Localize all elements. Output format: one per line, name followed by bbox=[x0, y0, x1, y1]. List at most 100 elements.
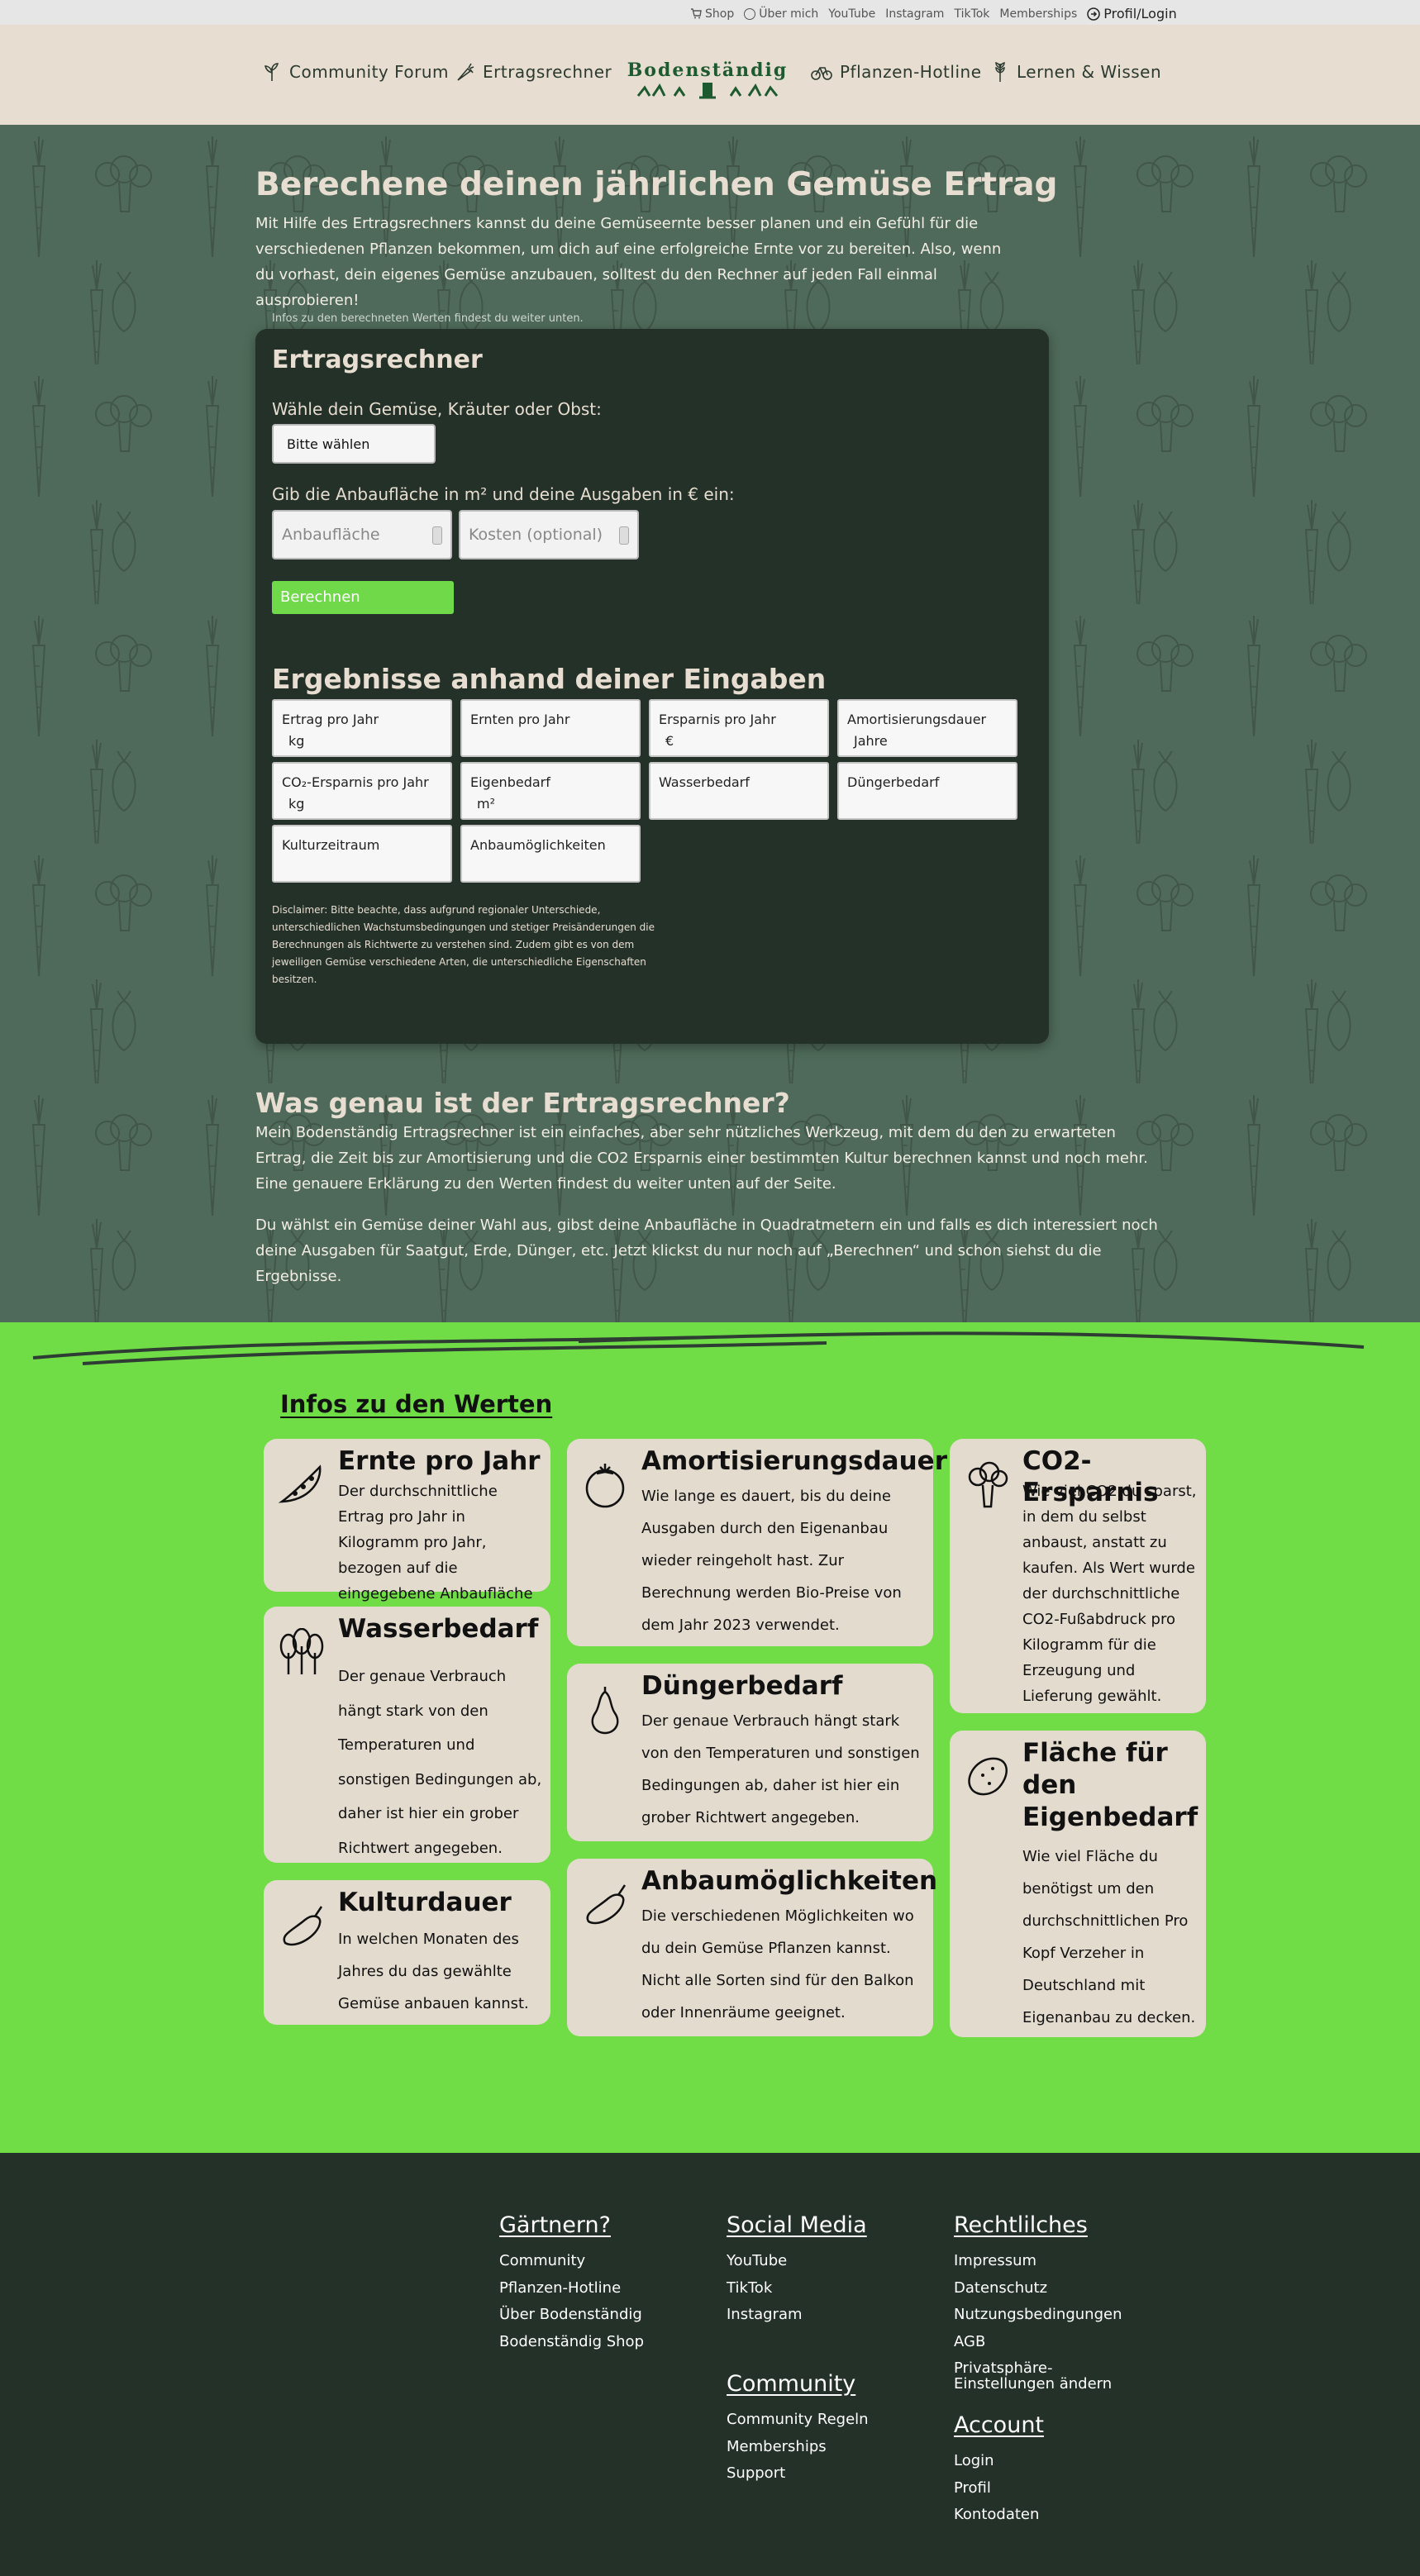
login-icon bbox=[1087, 7, 1100, 21]
result-co2: CO₂-Ersparnis pro Jahr kg bbox=[272, 762, 452, 820]
card-title: Ernte pro Jahr bbox=[338, 1446, 541, 1476]
card-amortisierung: Amortisierungsdauer Wie lange es dauert,… bbox=[567, 1439, 947, 1646]
footer-link[interactable]: Nutzungsbedingungen bbox=[954, 2302, 1152, 2329]
result-ersparnis: Ersparnis pro Jahr € bbox=[649, 699, 829, 757]
cart-icon bbox=[691, 8, 702, 19]
result-amortisierung: Amortisierungsdauer Jahre bbox=[837, 699, 1017, 757]
profil-login-link[interactable]: Profil/Login bbox=[1087, 6, 1177, 21]
bodenstaendig-logo[interactable]: Bodenständig bbox=[625, 55, 790, 101]
what-title: Was genau ist der Ertragsrechner? bbox=[255, 1087, 790, 1119]
result-label: Düngerbedarf bbox=[847, 774, 940, 790]
footer-link[interactable]: Privatsphäre-Einstellungen ändern bbox=[954, 2360, 1152, 2392]
footer-heading: Community bbox=[727, 2371, 856, 2397]
bicycle-icon bbox=[811, 67, 832, 80]
spinach-icon bbox=[279, 1628, 324, 1674]
footer-link[interactable]: Kontodaten bbox=[954, 2502, 1044, 2529]
footer-link[interactable]: Profil bbox=[954, 2475, 1044, 2502]
broccoli-icon bbox=[968, 1461, 1008, 1508]
nav-ertragsrechner-label: Ertragsrechner bbox=[483, 62, 612, 82]
card-text: Wie viel CO2 du sparst, in dem du selbst… bbox=[1022, 1483, 1197, 1705]
footer-link[interactable]: Datenschutz bbox=[954, 2275, 1152, 2302]
footer-heading: Social Media bbox=[727, 2212, 867, 2238]
result-unit: Jahre bbox=[854, 733, 888, 749]
card-title: Fläche für den Eigenbedarf bbox=[1022, 1738, 1198, 1832]
nav-ertragsrechner[interactable]: Ertragsrechner bbox=[455, 61, 612, 83]
result-duenger: Düngerbedarf bbox=[837, 762, 1017, 820]
footer-link[interactable]: YouTube bbox=[727, 2248, 867, 2275]
footer-link[interactable]: AGB bbox=[954, 2329, 1152, 2356]
shop-label: Shop bbox=[705, 7, 735, 21]
memberships-link[interactable]: Memberships bbox=[999, 6, 1077, 21]
calculate-button[interactable]: Berechnen bbox=[272, 581, 454, 614]
user-icon bbox=[744, 7, 756, 20]
nav-community-forum-label: Community Forum bbox=[289, 62, 450, 82]
card-wasser: Wasserbedarf Der genaue Verbrauch hängt … bbox=[264, 1607, 550, 1863]
shop-link[interactable]: Shop bbox=[690, 6, 734, 21]
tiktok-link[interactable]: TikTok bbox=[954, 6, 989, 21]
what-paragraph-1: Mein Bodenständig Ertragsrechner ist ein… bbox=[255, 1124, 1148, 1193]
nav-lernen-wissen-label: Lernen & Wissen bbox=[1017, 62, 1162, 82]
footer-link[interactable]: Impressum bbox=[954, 2248, 1152, 2275]
result-label: Ersparnis pro Jahr bbox=[659, 712, 776, 727]
profil-label: Profil/Login bbox=[1103, 6, 1177, 21]
footer-link[interactable]: Support bbox=[727, 2460, 869, 2488]
footer-link[interactable]: Login bbox=[954, 2448, 1044, 2475]
card-text: Wie viel Fläche du benötigst um den durc… bbox=[1022, 1848, 1196, 2026]
info-hint: Infos zu den berechneten Werten findest … bbox=[272, 312, 584, 325]
squash-icon bbox=[591, 1687, 619, 1735]
card-title: Amortisierungsdauer bbox=[641, 1446, 947, 1476]
result-label: Eigenbedarf bbox=[470, 774, 550, 790]
cost-input[interactable]: Kosten (optional) bbox=[459, 510, 639, 559]
vegetable-select[interactable]: Bitte wählen bbox=[272, 424, 436, 464]
footer-link[interactable]: Memberships bbox=[727, 2434, 869, 2461]
result-label: CO₂-Ersparnis pro Jahr bbox=[282, 774, 429, 790]
logo-text: Bodenständig bbox=[627, 60, 789, 81]
footer-link[interactable]: TikTok bbox=[727, 2275, 867, 2302]
result-label: Amortisierungsdauer bbox=[847, 712, 987, 727]
nav-community-forum[interactable]: Community Forum bbox=[261, 61, 449, 83]
footer-rechtliches: Rechtlilches Impressum Datenschutz Nutzu… bbox=[954, 2212, 1152, 2392]
result-label: Ertrag pro Jahr bbox=[282, 712, 379, 727]
cost-stepper[interactable] bbox=[619, 526, 629, 545]
nav-pflanzen-hotline[interactable]: Pflanzen-Hotline bbox=[810, 61, 982, 83]
result-ertrag: Ertrag pro Jahr kg bbox=[272, 699, 452, 757]
card-title: Wasserbedarf bbox=[338, 1614, 539, 1644]
card-kultur: Kulturdauer In welchen Monaten des Jahre… bbox=[264, 1880, 550, 2025]
footer-gaertnern: Gärtnern? Community Pflanzen-Hotline Übe… bbox=[499, 2212, 644, 2355]
footer-community: Community Community Regeln Memberships S… bbox=[727, 2371, 869, 2488]
area-input[interactable]: Anbaufläche bbox=[272, 510, 452, 559]
result-wasser: Wasserbedarf bbox=[649, 762, 829, 820]
footer-link[interactable]: Community bbox=[499, 2248, 644, 2275]
potato-icon bbox=[968, 1757, 1008, 1796]
youtube-link[interactable]: YouTube bbox=[828, 6, 875, 21]
result-label: Anbaumöglichkeiten bbox=[470, 837, 606, 853]
card-text: Der genaue Verbrauch hängt stark von den… bbox=[641, 1712, 920, 1826]
footer-link[interactable]: Instagram bbox=[727, 2302, 867, 2329]
disclaimer: Disclaimer: Bitte beachte, dass aufgrund… bbox=[272, 904, 655, 985]
card-text: Der durchschnittliche Ertrag pro Jahr in… bbox=[338, 1483, 533, 1602]
calculator-title: Ertragsrechner bbox=[272, 345, 483, 374]
ueber-mich-link[interactable]: Über mich bbox=[744, 6, 818, 21]
footer-link[interactable]: Bodenständig Shop bbox=[499, 2329, 644, 2356]
footer-link[interactable]: Pflanzen-Hotline bbox=[499, 2275, 644, 2302]
wave-divider bbox=[0, 1331, 1420, 1384]
area-stepper[interactable] bbox=[432, 526, 442, 545]
card-flaeche: Fläche für den Eigenbedarf Wie viel Fläc… bbox=[950, 1731, 1206, 2037]
instagram-link[interactable]: Instagram bbox=[885, 6, 944, 21]
nav-lernen-wissen[interactable]: Lernen & Wissen bbox=[990, 61, 1161, 83]
main-header: Community Forum Ertragsrechner Bodenstän… bbox=[0, 25, 1420, 125]
footer-link[interactable]: Community Regeln bbox=[727, 2407, 869, 2434]
ueber-mich-label: Über mich bbox=[759, 7, 819, 21]
hero-section: Berechene deinen jährlichen Gemüse Ertra… bbox=[0, 125, 1420, 1381]
nav-pflanzen-hotline-label: Pflanzen-Hotline bbox=[840, 62, 982, 82]
card-text: In welchen Monaten des Jahres du das gew… bbox=[338, 1931, 529, 2012]
eggplant-icon bbox=[586, 1884, 627, 1925]
hero-text: Mit Hilfe des Ertragsrechners kannst du … bbox=[255, 215, 1002, 309]
result-label: Wasserbedarf bbox=[659, 774, 750, 790]
card-title: Anbaumöglichkeiten bbox=[641, 1866, 938, 1896]
plant-icon bbox=[264, 63, 279, 81]
calculator-card: Ertragsrechner Wähle dein Gemüse, Kräute… bbox=[255, 329, 1049, 1044]
result-kulturzeitraum: Kulturzeitraum bbox=[272, 825, 452, 883]
footer-link[interactable]: Über Bodenständig bbox=[499, 2302, 644, 2329]
result-eigenbedarf: Eigenbedarf m² bbox=[460, 762, 641, 820]
